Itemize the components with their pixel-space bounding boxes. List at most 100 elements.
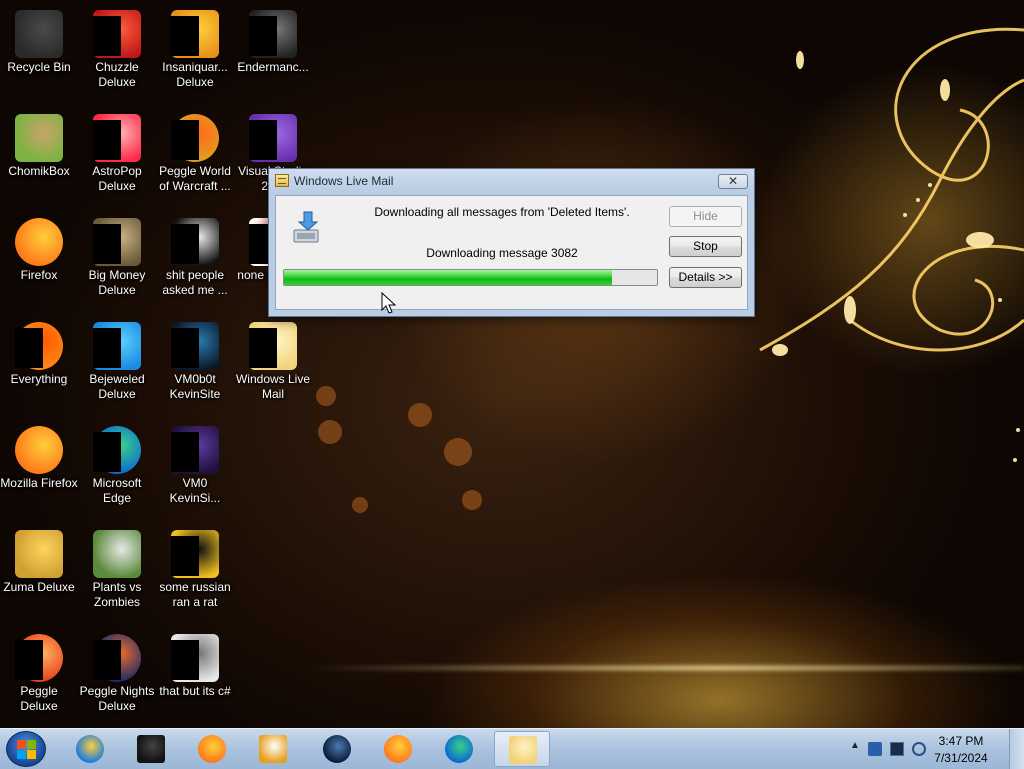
shortcut-icon <box>171 634 219 682</box>
dialog-titlebar[interactable]: Windows Live Mail ✕ <box>269 169 754 195</box>
taskbar-item[interactable] <box>309 731 365 767</box>
hide-button[interactable]: Hide <box>669 206 742 227</box>
clock-time[interactable]: 3:47 PM <box>926 734 996 748</box>
astropop-icon <box>93 114 141 162</box>
bejeweled-icon <box>93 322 141 370</box>
desktop-icon-label: VM0 KevinSi... <box>169 476 221 505</box>
taskbar-item[interactable] <box>245 731 301 767</box>
taskbar-item[interactable] <box>123 731 179 767</box>
dialog-content: Downloading all messages from 'Deleted I… <box>275 195 748 310</box>
desktop-icon[interactable]: Plants vs Zombies <box>78 522 156 610</box>
terminal-icon <box>137 735 165 763</box>
chuzzle-icon <box>93 10 141 58</box>
big-money-icon <box>93 218 141 266</box>
insaniquarium-icon <box>171 10 219 58</box>
dialog-message: Downloading all messages from 'Deleted I… <box>374 205 630 219</box>
windows-live-mail-icon <box>509 736 537 764</box>
tray-app-icon[interactable] <box>868 742 882 756</box>
desktop-icon[interactable]: VM0 KevinSi... <box>156 418 234 506</box>
show-hidden-icons-icon[interactable]: ▲ <box>850 740 860 751</box>
desktop-icon[interactable]: Bejeweled Deluxe <box>78 314 156 402</box>
start-button[interactable] <box>6 731 46 767</box>
desktop-icon[interactable]: shit people asked me ... <box>156 210 234 298</box>
download-progress-bar <box>283 269 658 286</box>
desktop-icon-label: Insaniquar... Deluxe <box>162 60 228 89</box>
details-button[interactable]: Details >> <box>669 267 742 288</box>
desktop-icon[interactable]: Microsoft Edge <box>78 418 156 506</box>
desktop-icon-label: Recycle Bin <box>7 60 71 74</box>
desktop-icon[interactable]: Endermanc... <box>234 2 312 75</box>
desktop-icon[interactable]: AstroPop Deluxe <box>78 106 156 194</box>
desktop-icon[interactable]: VM0b0t KevinSite <box>156 314 234 402</box>
network-icon[interactable] <box>890 742 904 756</box>
icon-overlay <box>249 16 277 56</box>
desktop-icon-label: some russian ran a rat <box>159 580 231 609</box>
desktop-icon[interactable]: Peggle World of Warcraft ... <box>156 106 234 194</box>
stop-button[interactable]: Stop <box>669 236 742 257</box>
icon-overlay <box>171 536 199 576</box>
desktop-icon[interactable]: Recycle Bin <box>0 2 78 75</box>
taskbar-item[interactable] <box>184 731 240 767</box>
windows-logo-icon <box>17 740 26 749</box>
icon-overlay <box>93 432 121 472</box>
show-desktop-button[interactable] <box>1009 729 1024 769</box>
chomikbox-icon <box>15 114 63 162</box>
plants-vs-zombies-icon <box>93 530 141 578</box>
desktop-icon-label: Plants vs Zombies <box>92 580 142 609</box>
taskbar-item[interactable] <box>370 731 426 767</box>
desktop-icon[interactable]: Mozilla Firefox <box>0 418 78 491</box>
mouse-cursor-icon <box>381 292 397 314</box>
desktop-icon-label: that but its c# <box>159 684 231 698</box>
desktop-icon-label: Chuzzle Deluxe <box>95 60 139 89</box>
icon-overlay <box>15 640 43 680</box>
desktop-icon[interactable]: Chuzzle Deluxe <box>78 2 156 90</box>
desktop-icon[interactable]: Insaniquar... Deluxe <box>156 2 234 90</box>
icon-overlay <box>93 640 121 680</box>
peggle-icon <box>15 634 63 682</box>
desktop-icon-label: VM0b0t KevinSite <box>169 372 221 401</box>
clock-date[interactable]: 7/31/2024 <box>926 751 996 765</box>
desktop-icon[interactable]: that but its c# <box>156 626 234 699</box>
desktop-icons: Recycle Bin Chuzzle Deluxe Insaniquar... D… <box>0 0 320 728</box>
desktop-icon[interactable]: Big Money Deluxe <box>78 210 156 298</box>
firefox-icon <box>198 735 226 763</box>
desktop-icon-label: Peggle Nights Deluxe <box>79 684 155 713</box>
firefox-icon <box>15 426 63 474</box>
desktop-icon[interactable]: Windows Live Mail <box>234 314 312 402</box>
icon-overlay <box>93 120 121 160</box>
desktop-icon[interactable]: some russian ran a rat <box>156 522 234 610</box>
download-progress-dialog[interactable]: Windows Live Mail ✕ Downloading all mess… <box>268 168 755 317</box>
firefox-icon <box>15 218 63 266</box>
desktop-icon-label: Peggle Deluxe <box>20 684 58 713</box>
windows-logo-quadrant <box>27 740 36 749</box>
icon-overlay <box>171 432 199 472</box>
volume-icon[interactable] <box>912 742 926 756</box>
icon-overlay <box>93 16 121 56</box>
desktop-icon[interactable]: Peggle Nights Deluxe <box>78 626 156 714</box>
desktop-icon-label: Windows Live Mail <box>235 372 311 401</box>
windows-logo-quadrant <box>17 750 26 759</box>
icon-overlay <box>171 328 199 368</box>
dialog-title: Windows Live Mail <box>294 174 394 188</box>
desktop-icon[interactable]: Firefox <box>0 210 78 283</box>
desktop-icon[interactable]: Zuma Deluxe <box>0 522 78 595</box>
peggle-wow-icon <box>171 114 219 162</box>
desktop-icon[interactable]: Peggle Deluxe <box>0 626 78 714</box>
taskbar: ▲ 3:47 PM 7/31/2024 <box>0 728 1024 769</box>
desktop-icon-label: ChomikBox <box>8 164 70 178</box>
media-player-icon <box>259 735 287 763</box>
desktop-icon[interactable]: Everything <box>0 314 78 387</box>
desktop-icon-label: Mozilla Firefox <box>0 476 78 490</box>
close-button[interactable]: ✕ <box>718 174 748 189</box>
windows-logo-quadrant <box>27 750 36 759</box>
taskbar-item[interactable] <box>494 731 550 767</box>
vm0-icon <box>171 426 219 474</box>
desktop-icon[interactable]: ChomikBox <box>0 106 78 179</box>
taskbar-item[interactable] <box>62 731 118 767</box>
recycle-bin-icon <box>15 10 63 58</box>
taskbar-item[interactable] <box>431 731 487 767</box>
icon-overlay <box>249 120 277 160</box>
icon-overlay <box>93 224 121 264</box>
download-status-text: Downloading message 3082 <box>426 246 578 260</box>
endermanch-icon <box>249 10 297 58</box>
